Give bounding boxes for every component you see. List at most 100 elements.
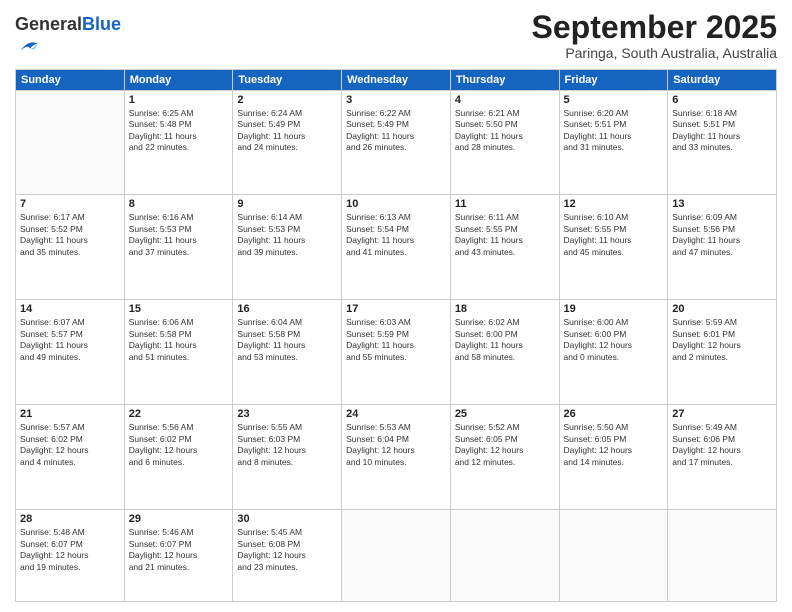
day-number: 28 [20,513,120,525]
calendar-cell [16,90,125,195]
page: GeneralBlue September 2025 Paringa, Sout… [0,0,792,612]
day-info: Sunrise: 6:24 AM Sunset: 5:49 PM Dayligh… [237,108,337,154]
day-number: 13 [672,198,772,210]
calendar-cell: 23 Sunrise: 5:55 AM Sunset: 6:03 PM Dayli… [233,405,342,510]
calendar-cell: 10Sunrise: 6:13 AM Sunset: 5:54 PM Dayli… [342,195,451,300]
calendar-cell: 6 Sunrise: 6:18 AM Sunset: 5:51 PM Daylig… [668,90,777,195]
day-number: 2 [237,94,337,106]
calendar-cell: 19 Sunrise: 6:00 AM Sunset: 6:00 PM Dayli… [559,300,668,405]
day-header-friday: Friday [559,69,668,90]
calendar-cell: 3 Sunrise: 6:22 AM Sunset: 5:49 PM Daylig… [342,90,451,195]
day-info: Sunrise: 6:25 AM Sunset: 5:48 PM Dayligh… [129,108,229,154]
day-info: Sunrise: 6:06 AM Sunset: 5:58 PM Dayligh… [129,317,229,363]
calendar-cell: 12 Sunrise: 6:10 AM Sunset: 5:55 PM Dayli… [559,195,668,300]
day-number: 17 [346,303,446,315]
day-info: Sunrise: 5:46 AM Sunset: 6:07 PM Dayligh… [129,527,229,573]
logo-text: GeneralBlue [15,14,121,63]
day-number: 8 [129,198,229,210]
calendar-cell: 25Sunrise: 5:52 AM Sunset: 6:05 PM Dayli… [450,405,559,510]
day-number: 9 [237,198,337,210]
calendar-cell: 11 Sunrise: 6:11 AM Sunset: 5:55 PM Dayli… [450,195,559,300]
calendar-cell: 2 Sunrise: 6:24 AM Sunset: 5:49 PM Daylig… [233,90,342,195]
calendar-cell: 29 Sunrise: 5:46 AM Sunset: 6:07 PM Dayli… [124,510,233,602]
calendar-cell: 22 Sunrise: 5:56 AM Sunset: 6:02 PM Dayli… [124,405,233,510]
day-info: Sunrise: 5:57 AM Sunset: 6:02 PM Dayligh… [20,422,120,468]
calendar-cell: 21 Sunrise: 5:57 AM Sunset: 6:02 PM Dayli… [16,405,125,510]
calendar-cell: 20 Sunrise: 5:59 AM Sunset: 6:01 PM Dayli… [668,300,777,405]
week-row-3: 21 Sunrise: 5:57 AM Sunset: 6:02 PM Dayli… [16,405,777,510]
week-row-1: 7Sunrise: 6:17 AM Sunset: 5:52 PM Daylig… [16,195,777,300]
calendar-cell: 1 Sunrise: 6:25 AM Sunset: 5:48 PM Daylig… [124,90,233,195]
day-number: 10 [346,198,446,210]
day-info: Sunrise: 6:00 AM Sunset: 6:00 PM Dayligh… [564,317,664,363]
day-number: 22 [129,408,229,420]
day-info: Sunrise: 6:17 AM Sunset: 5:52 PM Dayligh… [20,212,120,258]
calendar-cell: 13Sunrise: 6:09 AM Sunset: 5:56 PM Dayli… [668,195,777,300]
location: Paringa, South Australia, Australia [532,45,777,61]
day-info: Sunrise: 5:56 AM Sunset: 6:02 PM Dayligh… [129,422,229,468]
day-number: 26 [564,408,664,420]
week-row-0: 1 Sunrise: 6:25 AM Sunset: 5:48 PM Daylig… [16,90,777,195]
day-number: 14 [20,303,120,315]
day-number: 4 [455,94,555,106]
day-info: Sunrise: 6:02 AM Sunset: 6:00 PM Dayligh… [455,317,555,363]
calendar-cell [342,510,451,602]
day-info: Sunrise: 6:11 AM Sunset: 5:55 PM Dayligh… [455,212,555,258]
day-number: 27 [672,408,772,420]
day-info: Sunrise: 5:48 AM Sunset: 6:07 PM Dayligh… [20,527,120,573]
logo-blue: Blue [82,14,121,34]
calendar-cell: 30Sunrise: 5:45 AM Sunset: 6:08 PM Dayli… [233,510,342,602]
day-number: 30 [237,513,337,525]
day-number: 12 [564,198,664,210]
calendar-cell: 8 Sunrise: 6:16 AM Sunset: 5:53 PM Daylig… [124,195,233,300]
day-info: Sunrise: 6:16 AM Sunset: 5:53 PM Dayligh… [129,212,229,258]
day-number: 21 [20,408,120,420]
calendar-table: SundayMondayTuesdayWednesdayThursdayFrid… [15,69,777,602]
calendar-body: 1 Sunrise: 6:25 AM Sunset: 5:48 PM Daylig… [16,90,777,601]
day-number: 29 [129,513,229,525]
logo: GeneralBlue [15,14,121,63]
calendar-cell [450,510,559,602]
day-info: Sunrise: 6:07 AM Sunset: 5:57 PM Dayligh… [20,317,120,363]
day-number: 16 [237,303,337,315]
day-info: Sunrise: 6:10 AM Sunset: 5:55 PM Dayligh… [564,212,664,258]
day-info: Sunrise: 6:18 AM Sunset: 5:51 PM Dayligh… [672,108,772,154]
day-info: Sunrise: 6:22 AM Sunset: 5:49 PM Dayligh… [346,108,446,154]
day-info: Sunrise: 5:59 AM Sunset: 6:01 PM Dayligh… [672,317,772,363]
day-info: Sunrise: 5:53 AM Sunset: 6:04 PM Dayligh… [346,422,446,468]
calendar-cell: 17Sunrise: 6:03 AM Sunset: 5:59 PM Dayli… [342,300,451,405]
day-number: 1 [129,94,229,106]
day-number: 11 [455,198,555,210]
calendar-cell: 5Sunrise: 6:20 AM Sunset: 5:51 PM Daylig… [559,90,668,195]
calendar-header: SundayMondayTuesdayWednesdayThursdayFrid… [16,69,777,90]
calendar-cell: 15 Sunrise: 6:06 AM Sunset: 5:58 PM Dayli… [124,300,233,405]
day-header-monday: Monday [124,69,233,90]
day-number: 23 [237,408,337,420]
days-of-week-row: SundayMondayTuesdayWednesdayThursdayFrid… [16,69,777,90]
day-header-thursday: Thursday [450,69,559,90]
day-info: Sunrise: 5:52 AM Sunset: 6:05 PM Dayligh… [455,422,555,468]
day-number: 15 [129,303,229,315]
day-info: Sunrise: 5:55 AM Sunset: 6:03 PM Dayligh… [237,422,337,468]
week-row-4: 28 Sunrise: 5:48 AM Sunset: 6:07 PM Dayli… [16,510,777,602]
week-row-2: 14 Sunrise: 6:07 AM Sunset: 5:57 PM Dayli… [16,300,777,405]
day-info: Sunrise: 6:20 AM Sunset: 5:51 PM Dayligh… [564,108,664,154]
day-number: 20 [672,303,772,315]
day-header-wednesday: Wednesday [342,69,451,90]
day-number: 3 [346,94,446,106]
day-info: Sunrise: 6:04 AM Sunset: 5:58 PM Dayligh… [237,317,337,363]
header: GeneralBlue September 2025 Paringa, Sout… [15,10,777,63]
day-number: 24 [346,408,446,420]
day-info: Sunrise: 5:50 AM Sunset: 6:05 PM Dayligh… [564,422,664,468]
logo-bird-icon [17,36,39,58]
calendar-cell: 9Sunrise: 6:14 AM Sunset: 5:53 PM Daylig… [233,195,342,300]
calendar-cell: 16 Sunrise: 6:04 AM Sunset: 5:58 PM Dayli… [233,300,342,405]
day-info: Sunrise: 5:49 AM Sunset: 6:06 PM Dayligh… [672,422,772,468]
day-number: 6 [672,94,772,106]
calendar-cell: 26 Sunrise: 5:50 AM Sunset: 6:05 PM Dayli… [559,405,668,510]
calendar-cell: 27 Sunrise: 5:49 AM Sunset: 6:06 PM Dayli… [668,405,777,510]
logo-general: General [15,14,82,34]
day-number: 19 [564,303,664,315]
calendar-cell: 7Sunrise: 6:17 AM Sunset: 5:52 PM Daylig… [16,195,125,300]
month-title: September 2025 [532,10,777,45]
